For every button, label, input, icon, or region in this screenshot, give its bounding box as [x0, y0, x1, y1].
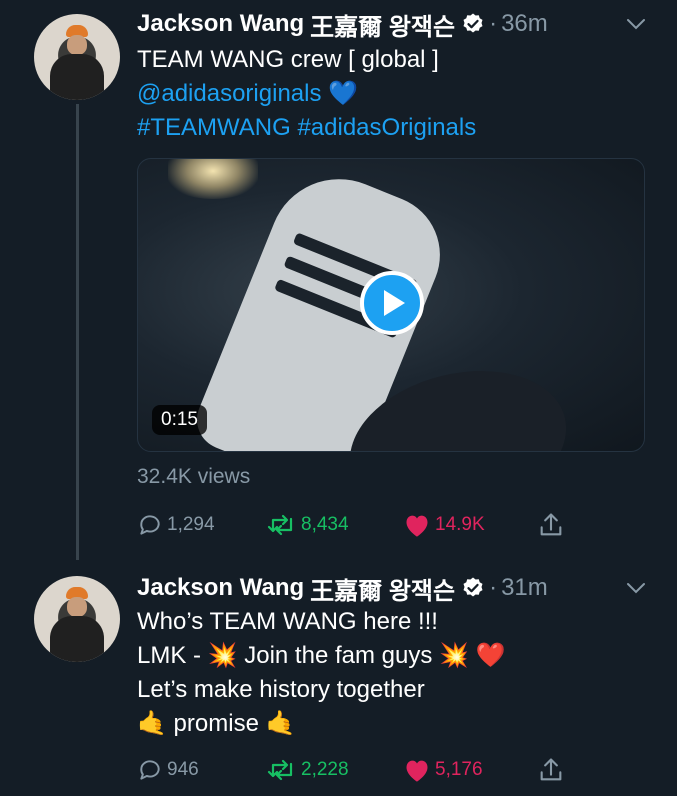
tweet-2[interactable]: Jackson Wang 王嘉爾 왕잭슨 · 31m Who’s TEAM WA… [0, 560, 677, 796]
reply-count: 1,294 [167, 514, 215, 535]
video-duration: 0:15 [152, 405, 207, 435]
mention-line: @adidasoriginals 💙 [137, 78, 358, 110]
like-button[interactable]: 14.9K [403, 508, 485, 542]
author-name-cjk[interactable]: 王嘉爾 왕잭슨 [310, 7, 455, 42]
mention-link[interactable]: @adidasoriginals [137, 80, 321, 107]
retweet-button[interactable]: 2,228 [267, 753, 349, 787]
share-icon [540, 758, 562, 781]
retweet-count: 2,228 [301, 759, 349, 780]
hashtags-link[interactable]: #TEAMWANG #adidasOriginals [137, 112, 476, 144]
view-count: 32.4K views [137, 465, 251, 488]
tweet-text-line: TEAM WANG crew [ global ] [137, 46, 439, 73]
author-name[interactable]: Jackson Wang [137, 574, 304, 602]
blue-heart-emoji: 💙 [328, 80, 359, 107]
tweet-text-line: Let’s make history together [137, 676, 425, 703]
retweet-icon [267, 514, 293, 536]
verified-badge-icon [463, 13, 483, 33]
retweet-count: 8,434 [301, 514, 349, 535]
timestamp[interactable]: 36m [501, 10, 548, 38]
reply-button[interactable]: 946 [137, 753, 199, 787]
verified-badge-icon [463, 577, 483, 597]
like-button[interactable]: 5,176 [403, 753, 483, 787]
avatar[interactable] [34, 576, 120, 662]
thread-line [76, 104, 79, 560]
timestamp[interactable]: 31m [501, 574, 548, 602]
reply-count: 946 [167, 759, 199, 780]
chevron-down-icon[interactable] [625, 13, 647, 35]
share-button[interactable] [537, 753, 569, 787]
tweet-header: Jackson Wang 王嘉爾 왕잭슨 · 31m [137, 568, 548, 608]
tweet-text-line: 🤙 promise 🤙 [137, 710, 296, 737]
retweet-icon [267, 759, 293, 781]
tweet-1[interactable]: Jackson Wang 王嘉爾 왕잭슨 · 36m TEAM WANG cre… [0, 0, 677, 560]
heart-icon [406, 515, 428, 537]
video-thumbnail-light [168, 159, 258, 199]
play-icon [384, 290, 405, 316]
time-separator: · [489, 574, 498, 601]
tweet-actions: 946 2,228 5,176 [137, 753, 597, 787]
retweet-button[interactable]: 8,434 [267, 508, 349, 542]
like-count: 5,176 [435, 759, 483, 780]
tweet-actions: 1,294 8,434 14.9K [137, 508, 597, 542]
play-button[interactable] [360, 271, 424, 335]
reply-button[interactable]: 1,294 [137, 508, 215, 542]
avatar[interactable] [34, 14, 120, 100]
chevron-down-icon[interactable] [625, 577, 647, 599]
video-player[interactable]: 0:15 [137, 158, 645, 452]
reply-icon [140, 515, 160, 535]
tweet-text-line: LMK - 💥 Join the fam guys 💥 ❤️ [137, 642, 506, 669]
share-button[interactable] [537, 508, 569, 542]
reply-icon [140, 760, 160, 780]
author-name-cjk[interactable]: 王嘉爾 왕잭슨 [310, 571, 455, 606]
share-icon [540, 513, 562, 536]
like-count: 14.9K [435, 514, 485, 535]
heart-icon [406, 760, 428, 782]
time-separator: · [489, 10, 498, 37]
tweet-text-line: Who’s TEAM WANG here !!! [137, 608, 438, 635]
tweet-header: Jackson Wang 王嘉爾 왕잭슨 · 36m [137, 4, 548, 44]
author-name[interactable]: Jackson Wang [137, 10, 304, 38]
